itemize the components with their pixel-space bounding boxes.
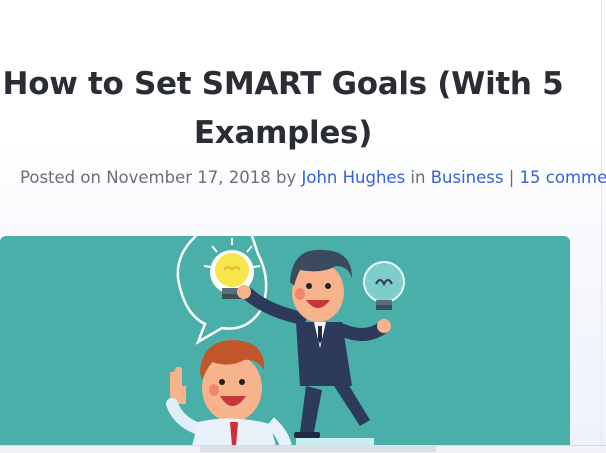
meta-separator: | (503, 168, 520, 187)
article-title: How to Set SMART Goals (With 5 Examples) (0, 60, 566, 158)
in-label: in (405, 168, 431, 187)
article-title-line-1: How to Set SMART Goals (With 5 (2, 66, 564, 102)
by-label: by (270, 168, 302, 187)
horizontal-scrollbar-thumb[interactable] (200, 446, 436, 452)
category-link[interactable]: Business (431, 168, 504, 187)
featured-illustration (166, 236, 405, 446)
page-edge-divider (601, 0, 602, 452)
post-meta: Posted on November 17, 2018 by John Hugh… (20, 168, 606, 187)
article-title-line-2: Examples) (193, 115, 373, 151)
comments-link[interactable]: 15 comments (520, 168, 606, 187)
posted-on-label: Posted on (20, 168, 107, 187)
featured-image (0, 236, 570, 446)
lightbulb-outline-icon (363, 261, 405, 310)
author-link[interactable]: John Hughes (302, 168, 406, 187)
post-date: November 17, 2018 (106, 168, 271, 187)
pointing-man-illustration (166, 340, 292, 446)
